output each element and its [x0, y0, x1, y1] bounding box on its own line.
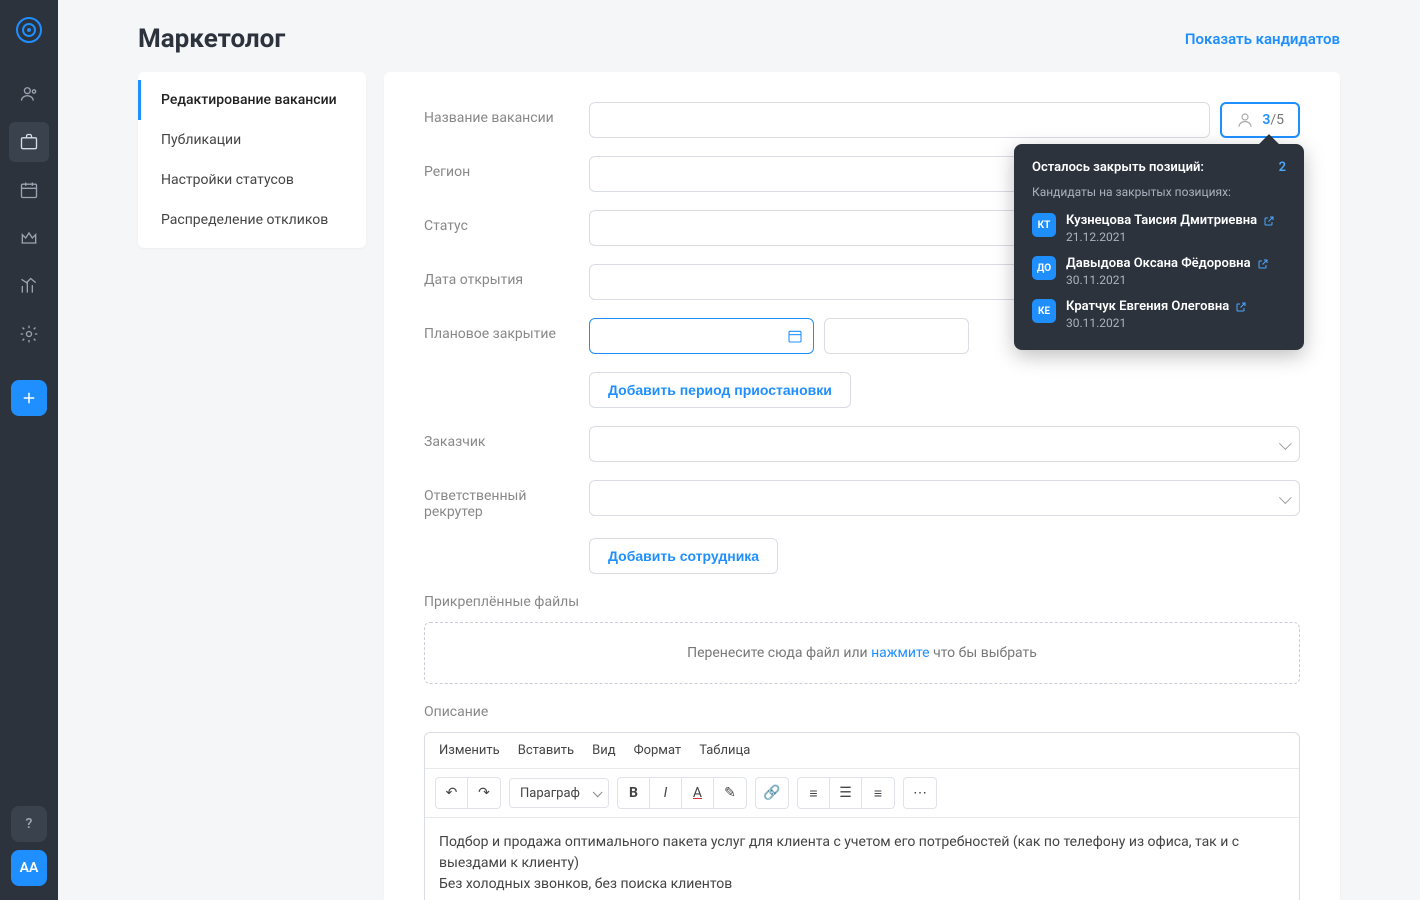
editor-menu-item[interactable]: Вставить	[518, 743, 574, 758]
tooltip-remaining: 2	[1279, 160, 1286, 175]
form-card: Название вакансии 3/5 Осталось закрыть п…	[384, 72, 1340, 900]
candidate-name: Давыдова Оксана Фёдоровна	[1066, 256, 1269, 271]
editor-more-icon[interactable]: ⋯	[904, 778, 936, 808]
vacancy-name-input[interactable]	[589, 102, 1210, 138]
recruiter-select[interactable]	[589, 480, 1300, 516]
label-planned-close: Плановое закрытие	[424, 318, 569, 342]
label-attachments: Прикреплённые файлы	[424, 594, 1300, 610]
app-logo	[13, 14, 45, 46]
label-status: Статус	[424, 210, 569, 234]
side-tabs: Редактирование вакансии Публикации Настр…	[138, 72, 366, 248]
candidate-date: 30.11.2021	[1066, 316, 1247, 330]
page-title: Маркетолог	[138, 24, 285, 54]
label-vacancy-name: Название вакансии	[424, 102, 569, 126]
editor-paragraph-select[interactable]: Параграф	[509, 778, 609, 808]
nav-people-icon[interactable]	[9, 74, 49, 114]
label-open-date: Дата открытия	[424, 264, 569, 288]
candidate-row[interactable]: ДО Давыдова Оксана Фёдоровна 30.11.2021	[1032, 250, 1286, 293]
editor-body[interactable]: Подбор и продажа оптимального пакета усл…	[425, 818, 1299, 900]
editor-link-icon[interactable]: 🔗	[756, 778, 788, 808]
label-region: Регион	[424, 156, 569, 180]
tab-edit-vacancy[interactable]: Редактирование вакансии	[138, 80, 366, 120]
positions-tooltip: Осталось закрыть позиций: 2 Кандидаты на…	[1014, 144, 1304, 350]
tab-status-settings[interactable]: Настройки статусов	[138, 160, 366, 200]
positions-badge[interactable]: 3/5	[1220, 102, 1300, 138]
editor-textcolor-icon[interactable]: A	[682, 778, 714, 808]
editor-redo-icon[interactable]: ↷	[468, 778, 500, 808]
editor-italic-icon[interactable]: I	[650, 778, 682, 808]
nav-analytics-icon[interactable]	[9, 266, 49, 306]
file-dropzone[interactable]: Перенесите сюда файл или нажмите что бы …	[424, 622, 1300, 684]
tooltip-title: Осталось закрыть позиций:	[1032, 160, 1204, 175]
nav-add-button[interactable]	[11, 380, 47, 416]
avatar: КЕ	[1032, 299, 1056, 323]
add-employee-button[interactable]: Добавить сотрудника	[589, 538, 778, 574]
calendar-icon	[787, 328, 803, 344]
tooltip-subtitle: Кандидаты на закрытых позициях:	[1032, 185, 1286, 199]
planned-close-date-2[interactable]	[824, 318, 969, 354]
nav-vacancies-icon[interactable]	[9, 122, 49, 162]
editor-align-right-icon[interactable]: ≡	[862, 778, 894, 808]
editor-menu-item[interactable]: Изменить	[439, 743, 500, 758]
tab-publications[interactable]: Публикации	[138, 120, 366, 160]
editor-bold-icon[interactable]: B	[618, 778, 650, 808]
editor-undo-icon[interactable]: ↶	[436, 778, 468, 808]
nav-settings-icon[interactable]	[9, 314, 49, 354]
accessibility-button[interactable]: AA	[11, 850, 47, 886]
avatar: ДО	[1032, 256, 1056, 280]
add-pause-button[interactable]: Добавить период приостановки	[589, 372, 851, 408]
candidate-date: 21.12.2021	[1066, 230, 1275, 244]
editor-highlight-icon[interactable]: ✎	[714, 778, 746, 808]
show-candidates-link[interactable]: Показать кандидатов	[1185, 30, 1340, 48]
candidate-name: Кратчук Евгения Олеговна	[1066, 299, 1247, 314]
planned-close-date-1[interactable]	[589, 318, 814, 354]
external-link-icon[interactable]	[1235, 301, 1247, 313]
candidate-row[interactable]: КТ Кузнецова Таисия Дмитриевна 21.12.202…	[1032, 207, 1286, 250]
person-icon	[1236, 111, 1254, 129]
avatar: КТ	[1032, 213, 1056, 237]
tab-response-distribution[interactable]: Распределение откликов	[138, 200, 366, 240]
rich-editor: Изменить Вставить Вид Формат Таблица ↶ ↷ Пар…	[424, 732, 1300, 900]
nav-calendar-icon[interactable]	[9, 170, 49, 210]
editor-menu-item[interactable]: Таблица	[699, 743, 750, 758]
candidate-date: 30.11.2021	[1066, 273, 1269, 287]
customer-select[interactable]	[589, 426, 1300, 462]
candidate-row[interactable]: КЕ Кратчук Евгения Олеговна 30.11.2021	[1032, 293, 1286, 336]
nav-crown-icon[interactable]	[9, 218, 49, 258]
help-button[interactable]: ?	[11, 806, 47, 842]
external-link-icon[interactable]	[1263, 215, 1275, 227]
editor-align-left-icon[interactable]: ≡	[798, 778, 830, 808]
external-link-icon[interactable]	[1257, 258, 1269, 270]
label-customer: Заказчик	[424, 426, 569, 450]
label-recruiter: Ответственный рекрутер	[424, 480, 569, 520]
label-description: Описание	[424, 704, 1300, 720]
dropzone-click-link[interactable]: нажмите	[871, 645, 930, 661]
main-content: Маркетолог Показать кандидатов Редактиро…	[58, 0, 1420, 900]
editor-align-center-icon[interactable]: ☰	[830, 778, 862, 808]
editor-menu-item[interactable]: Вид	[592, 743, 615, 758]
candidate-name: Кузнецова Таисия Дмитриевна	[1066, 213, 1275, 228]
editor-menu-item[interactable]: Формат	[634, 743, 682, 758]
nav-rail: ? AA	[0, 0, 58, 900]
